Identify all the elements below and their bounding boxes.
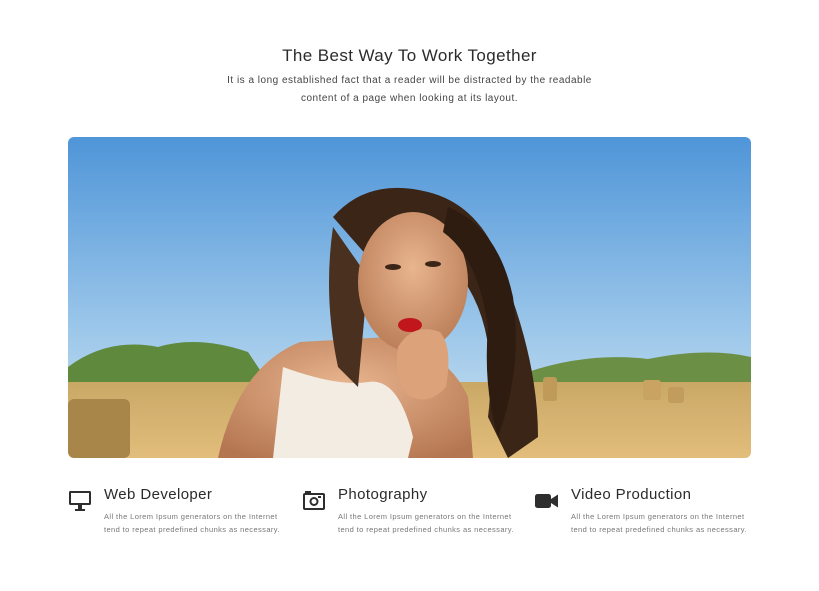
section-title: The Best Way To Work Together (282, 46, 537, 65)
feature-title: Photography (338, 486, 428, 503)
hero-photo (68, 137, 751, 458)
feature-title: Video Production (571, 486, 692, 503)
camera-icon (302, 490, 326, 512)
section-subtitle: It is a long established fact that a rea… (227, 75, 592, 104)
hero-image (68, 137, 751, 458)
feature-text: All the Lorem Ipsum generators on the In… (338, 512, 514, 535)
feature-title: Web Developer (104, 486, 213, 503)
feature-text: All the Lorem Ipsum generators on the In… (104, 512, 280, 535)
feature-text: All the Lorem Ipsum generators on the In… (571, 512, 747, 535)
monitor-icon (68, 490, 92, 512)
video-camera-icon (535, 490, 559, 512)
